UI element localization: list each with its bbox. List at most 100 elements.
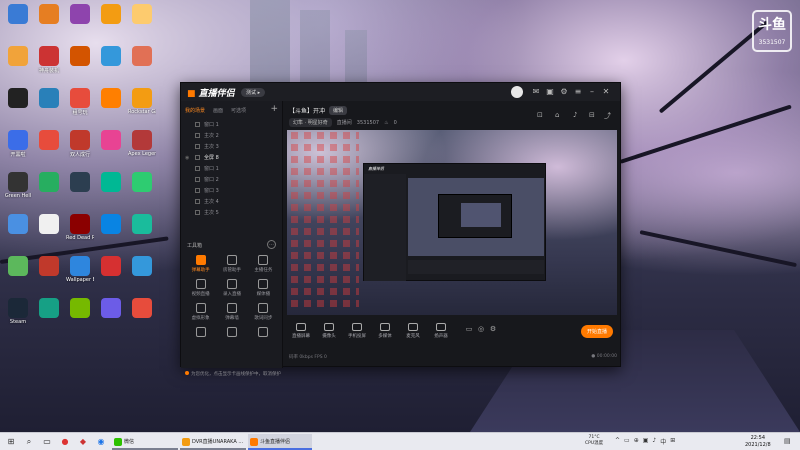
category-chip[interactable]: 幻隼 · 明星好奇 [289, 118, 332, 127]
taskbar-task[interactable]: DVR直播UNARAKA ... [180, 434, 246, 450]
close-icon[interactable]: ✕ [601, 87, 611, 97]
menu-icon[interactable]: ≡ [573, 87, 583, 97]
desktop-shortcut[interactable] [4, 88, 32, 109]
desktop-shortcut[interactable]: Rockstar Games [128, 88, 156, 115]
desktop-shortcut[interactable] [97, 130, 125, 151]
eye-icon[interactable]: ◉ [185, 155, 191, 161]
checkbox-icon[interactable] [195, 133, 200, 138]
desktop-shortcut[interactable] [97, 4, 125, 25]
scene-item[interactable]: 主次 2 [185, 130, 279, 141]
checkbox-icon[interactable] [195, 199, 200, 204]
desktop-shortcut[interactable] [4, 4, 32, 25]
start-icon[interactable]: ⊞ [4, 435, 18, 449]
tool-item[interactable]: 房管助手 [216, 255, 247, 273]
desktop-shortcut[interactable] [35, 88, 63, 109]
tab-1[interactable]: 画面 [213, 107, 223, 114]
desktop-shortcut[interactable] [35, 4, 63, 25]
record-icon[interactable]: ▭ [463, 325, 475, 333]
desktop-shortcut[interactable]: Red Dead Redemption [66, 214, 94, 241]
desktop-shortcut[interactable] [4, 46, 32, 67]
scene-item[interactable]: 窗口 1 [185, 163, 279, 174]
desktop-shortcut[interactable]: 开黑啦 [4, 130, 32, 158]
tab-2[interactable]: 可选项 [231, 107, 246, 114]
clock[interactable]: 22:54 2021/12/8 [745, 435, 771, 449]
desktop-shortcut[interactable]: Green Hell [4, 172, 32, 199]
edit-title-button[interactable]: 编辑 [329, 106, 348, 115]
scene-item[interactable]: ◉ 全屏 8 [185, 152, 279, 163]
settings-icon[interactable]: ⚙ [559, 87, 569, 97]
shop-icon[interactable]: ⌂ [555, 111, 559, 119]
scene-item[interactable]: 主次 4 [185, 196, 279, 207]
scene-item[interactable]: 主次 3 [185, 141, 279, 152]
search-icon[interactable]: ⌕ [22, 435, 36, 449]
tool-item[interactable]: 主播任务 [248, 255, 279, 273]
notification-icon[interactable]: ▤ [784, 437, 791, 445]
scene-item[interactable]: 窗口 3 [185, 185, 279, 196]
add-scene-button[interactable]: + [270, 104, 278, 114]
lock-icon[interactable]: ⊡ [537, 111, 543, 119]
tab-0[interactable]: 我的场景 [185, 107, 205, 114]
checkbox-icon[interactable] [195, 188, 200, 193]
desktop-shortcut[interactable] [35, 256, 63, 277]
tray-icon[interactable]: ▭ [624, 437, 630, 446]
tool-item[interactable]: 歌词同步 [248, 303, 279, 321]
tool-item[interactable] [216, 327, 247, 339]
desktop-shortcut[interactable] [128, 298, 156, 319]
tool-item[interactable]: 弹幕助手 [185, 255, 216, 273]
desktop-shortcut[interactable] [97, 214, 125, 235]
desktop-shortcut[interactable] [97, 88, 125, 109]
tray-icon[interactable]: ♪ [652, 437, 656, 446]
avatar[interactable] [511, 86, 523, 98]
desktop-shortcut[interactable] [128, 46, 156, 67]
source-control-button[interactable]: 直播屏幕 [287, 323, 315, 339]
tool-item[interactable]: 虚拟形象 [185, 303, 216, 321]
tool-item[interactable] [248, 327, 279, 339]
gear-icon[interactable]: ⚙ [487, 325, 499, 333]
desktop-shortcut[interactable] [66, 46, 94, 67]
desktop-shortcut[interactable] [35, 214, 63, 235]
desktop-shortcut[interactable] [128, 172, 156, 193]
tool-item[interactable]: 媒体播 [248, 279, 279, 297]
desktop-shortcut[interactable] [4, 256, 32, 277]
scene-item[interactable]: 窗口 1 [185, 119, 279, 130]
desktop-shortcut[interactable] [35, 298, 63, 319]
gift-icon[interactable]: ▣ [545, 87, 555, 97]
checkbox-icon[interactable] [195, 144, 200, 149]
desktop-shortcut[interactable] [97, 46, 125, 67]
desktop-shortcut[interactable] [4, 214, 32, 235]
tool-item[interactable]: 录入直播 [216, 279, 247, 297]
scene-item[interactable]: 窗口 2 [185, 174, 279, 185]
tool-item[interactable]: 视频直播 [185, 279, 216, 297]
desktop-shortcut[interactable] [66, 298, 94, 319]
bell-icon[interactable]: ♪ [573, 111, 577, 119]
source-control-button[interactable]: 麦克风 [399, 323, 427, 339]
toolbox-more-button[interactable]: … [267, 240, 276, 249]
share-icon[interactable]: ⤴ [604, 111, 611, 121]
view-icon[interactable]: ◎ [475, 325, 487, 333]
scene-item[interactable]: 主次 5 [185, 207, 279, 218]
desktop-shortcut[interactable]: 租号玩 [66, 88, 94, 116]
desktop-shortcut[interactable]: Apex Legends [128, 130, 156, 157]
task-view-icon[interactable]: ▭ [40, 435, 54, 449]
minimize-icon[interactable]: – [587, 87, 597, 97]
taskbar-task[interactable]: 微信 [112, 434, 178, 450]
source-control-button[interactable]: 扬声器 [427, 323, 455, 339]
desktop-shortcut[interactable]: 神舟装机 [35, 46, 63, 74]
browser-icon[interactable]: ◉ [94, 435, 108, 449]
desktop-shortcut[interactable] [128, 4, 156, 25]
checkbox-icon[interactable] [195, 166, 200, 171]
checkbox-icon[interactable] [195, 122, 200, 127]
taskbar-task[interactable]: 斗鱼直播伴侣 [248, 434, 312, 450]
desktop-shortcut[interactable]: Steam [4, 298, 32, 325]
checkbox-icon[interactable] [195, 155, 200, 160]
desktop-shortcut[interactable] [97, 172, 125, 193]
checkbox-icon[interactable] [195, 210, 200, 215]
desktop-shortcut[interactable] [128, 256, 156, 277]
desktop-shortcut[interactable] [35, 130, 63, 151]
source-control-button[interactable]: 多媒体 [371, 323, 399, 339]
tray-icon[interactable]: 中 [660, 437, 666, 446]
tray-icon[interactable]: ^ [615, 437, 620, 446]
tray-icon[interactable]: ⊞ [670, 437, 675, 446]
tool-item[interactable]: 弹幕墙 [216, 303, 247, 321]
desktop-shortcut[interactable]: Wallpaper Engine [66, 256, 94, 283]
